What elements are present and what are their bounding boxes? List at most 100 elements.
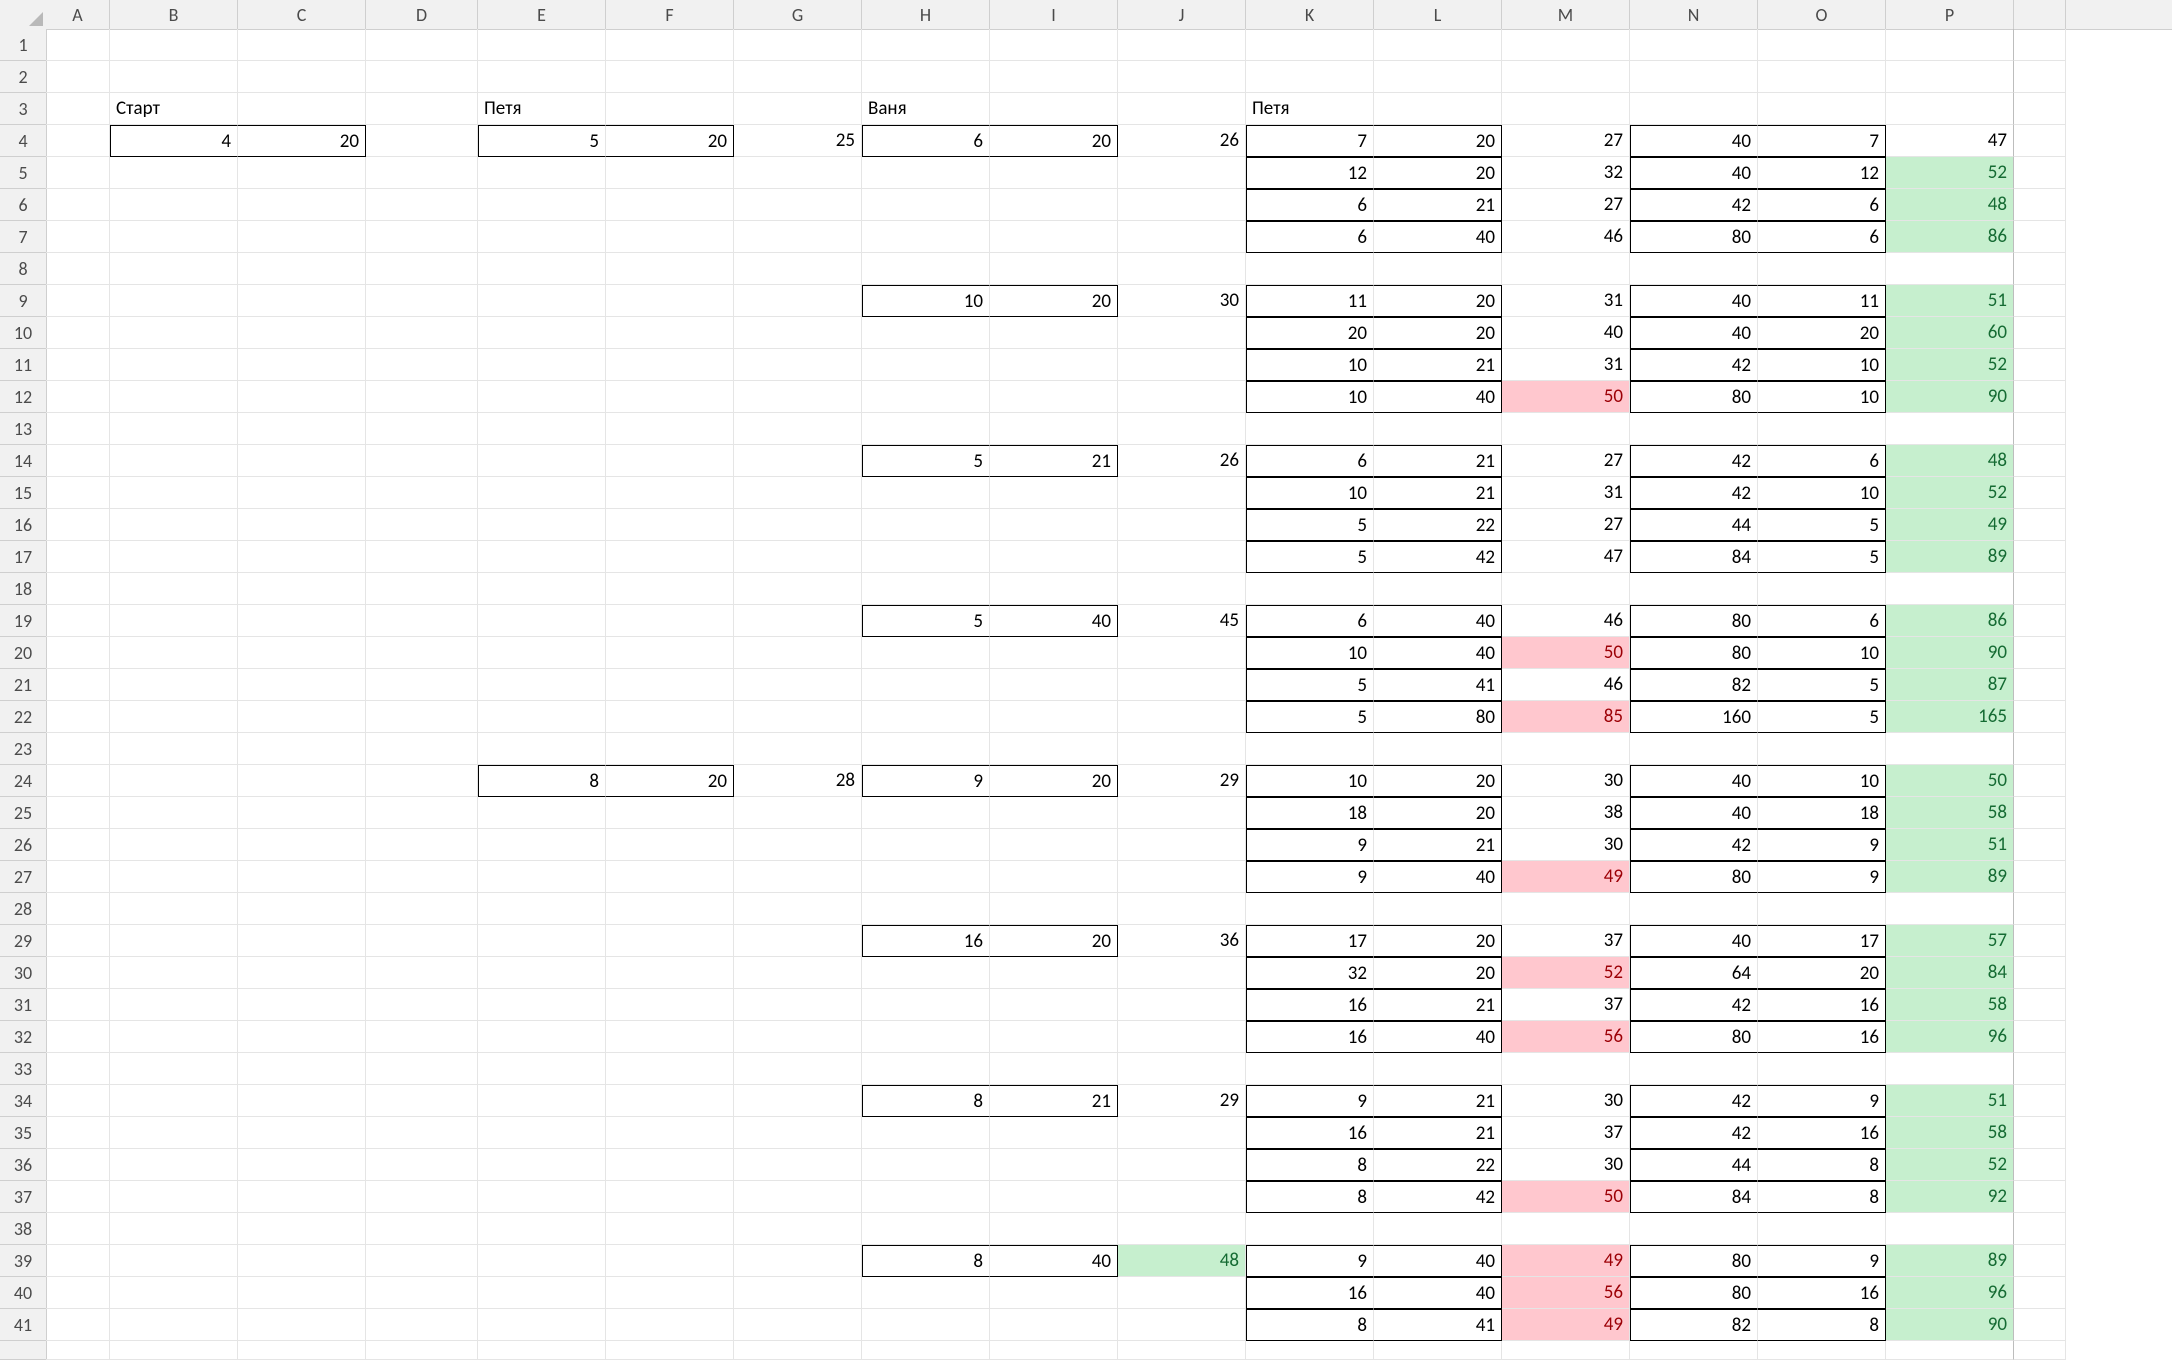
cell-F36[interactable] xyxy=(606,1149,734,1181)
row-header-37[interactable]: 37 xyxy=(0,1181,46,1213)
cell-E38[interactable] xyxy=(478,1213,606,1245)
cell-G35[interactable] xyxy=(734,1117,862,1149)
cell-H27[interactable] xyxy=(862,861,990,893)
cell-A42[interactable] xyxy=(46,1341,110,1360)
cell-D41[interactable] xyxy=(366,1309,478,1341)
cell-B15[interactable] xyxy=(110,477,238,509)
cell-extra42[interactable] xyxy=(2014,1341,2066,1360)
cell-B20[interactable] xyxy=(110,637,238,669)
cell-B12[interactable] xyxy=(110,381,238,413)
row-header-34[interactable]: 34 xyxy=(0,1085,46,1117)
cell-H39[interactable]: 8 xyxy=(862,1245,990,1277)
cell-F6[interactable] xyxy=(606,189,734,221)
cell-M35[interactable]: 37 xyxy=(1502,1117,1630,1149)
cell-E14[interactable] xyxy=(478,445,606,477)
cell-D32[interactable] xyxy=(366,1021,478,1053)
cell-extra29[interactable] xyxy=(2014,925,2066,957)
cell-D40[interactable] xyxy=(366,1277,478,1309)
cell-G39[interactable] xyxy=(734,1245,862,1277)
cell-K30[interactable]: 32 xyxy=(1246,957,1374,989)
cell-N27[interactable]: 80 xyxy=(1630,861,1758,893)
cell-H30[interactable] xyxy=(862,957,990,989)
cell-H42[interactable] xyxy=(862,1341,990,1360)
cell-B11[interactable] xyxy=(110,349,238,381)
cell-D19[interactable] xyxy=(366,605,478,637)
row-header-30[interactable]: 30 xyxy=(0,957,46,989)
cell-E18[interactable] xyxy=(478,573,606,605)
cell-L39[interactable]: 40 xyxy=(1374,1245,1502,1277)
cell-D24[interactable] xyxy=(366,765,478,797)
cell-A38[interactable] xyxy=(46,1213,110,1245)
cell-H23[interactable] xyxy=(862,733,990,765)
cell-G18[interactable] xyxy=(734,573,862,605)
row-header-26[interactable]: 26 xyxy=(0,829,46,861)
cell-A28[interactable] xyxy=(46,893,110,925)
cell-K23[interactable] xyxy=(1246,733,1374,765)
cell-I29[interactable]: 20 xyxy=(990,925,1118,957)
cell-F31[interactable] xyxy=(606,989,734,1021)
cell-H21[interactable] xyxy=(862,669,990,701)
cell-B7[interactable] xyxy=(110,221,238,253)
cell-E20[interactable] xyxy=(478,637,606,669)
cell-B30[interactable] xyxy=(110,957,238,989)
cell-D20[interactable] xyxy=(366,637,478,669)
cell-G25[interactable] xyxy=(734,797,862,829)
cell-L16[interactable]: 22 xyxy=(1374,509,1502,541)
cell-A1[interactable] xyxy=(46,29,110,61)
cell-G36[interactable] xyxy=(734,1149,862,1181)
cell-P40[interactable]: 96 xyxy=(1886,1277,2014,1309)
cell-L34[interactable]: 21 xyxy=(1374,1085,1502,1117)
cell-E11[interactable] xyxy=(478,349,606,381)
cell-N12[interactable]: 80 xyxy=(1630,381,1758,413)
cell-G1[interactable] xyxy=(734,29,862,61)
row-header-23[interactable]: 23 xyxy=(0,733,46,765)
cell-K17[interactable]: 5 xyxy=(1246,541,1374,573)
cell-M22[interactable]: 85 xyxy=(1502,701,1630,733)
cell-L29[interactable]: 20 xyxy=(1374,925,1502,957)
cell-extra41[interactable] xyxy=(2014,1309,2066,1341)
cell-extra1[interactable] xyxy=(2014,29,2066,61)
cell-H19[interactable]: 5 xyxy=(862,605,990,637)
cell-M18[interactable] xyxy=(1502,573,1630,605)
cell-J14[interactable]: 26 xyxy=(1118,445,1246,477)
cell-F25[interactable] xyxy=(606,797,734,829)
cell-extra2[interactable] xyxy=(2014,61,2066,93)
row-header-32[interactable]: 32 xyxy=(0,1021,46,1053)
cell-J37[interactable] xyxy=(1118,1181,1246,1213)
column-header-K[interactable]: K xyxy=(1246,0,1374,29)
cell-A5[interactable] xyxy=(46,157,110,189)
cell-L15[interactable]: 21 xyxy=(1374,477,1502,509)
cell-O33[interactable] xyxy=(1758,1053,1886,1085)
row-header-15[interactable]: 15 xyxy=(0,477,46,509)
cell-P18[interactable] xyxy=(1886,573,2014,605)
cell-O8[interactable] xyxy=(1758,253,1886,285)
cell-N23[interactable] xyxy=(1630,733,1758,765)
cell-O24[interactable]: 10 xyxy=(1758,765,1886,797)
cell-P36[interactable]: 52 xyxy=(1886,1149,2014,1181)
cell-H36[interactable] xyxy=(862,1149,990,1181)
cell-L20[interactable]: 40 xyxy=(1374,637,1502,669)
cell-J31[interactable] xyxy=(1118,989,1246,1021)
cell-C39[interactable] xyxy=(238,1245,366,1277)
cell-K37[interactable]: 8 xyxy=(1246,1181,1374,1213)
cell-E24[interactable]: 8 xyxy=(478,765,606,797)
cell-B31[interactable] xyxy=(110,989,238,1021)
cell-L2[interactable] xyxy=(1374,61,1502,93)
cell-E19[interactable] xyxy=(478,605,606,637)
cell-extra38[interactable] xyxy=(2014,1213,2066,1245)
cell-extra36[interactable] xyxy=(2014,1149,2066,1181)
cell-F34[interactable] xyxy=(606,1085,734,1117)
column-header-H[interactable]: H xyxy=(862,0,990,29)
cell-N41[interactable]: 82 xyxy=(1630,1309,1758,1341)
cell-M4[interactable]: 27 xyxy=(1502,125,1630,157)
cell-B14[interactable] xyxy=(110,445,238,477)
cell-extra18[interactable] xyxy=(2014,573,2066,605)
select-all-corner[interactable] xyxy=(0,0,47,30)
cell-G14[interactable] xyxy=(734,445,862,477)
cell-J16[interactable] xyxy=(1118,509,1246,541)
cell-N25[interactable]: 40 xyxy=(1630,797,1758,829)
cell-P41[interactable]: 90 xyxy=(1886,1309,2014,1341)
cell-B35[interactable] xyxy=(110,1117,238,1149)
cell-extra32[interactable] xyxy=(2014,1021,2066,1053)
cell-O28[interactable] xyxy=(1758,893,1886,925)
